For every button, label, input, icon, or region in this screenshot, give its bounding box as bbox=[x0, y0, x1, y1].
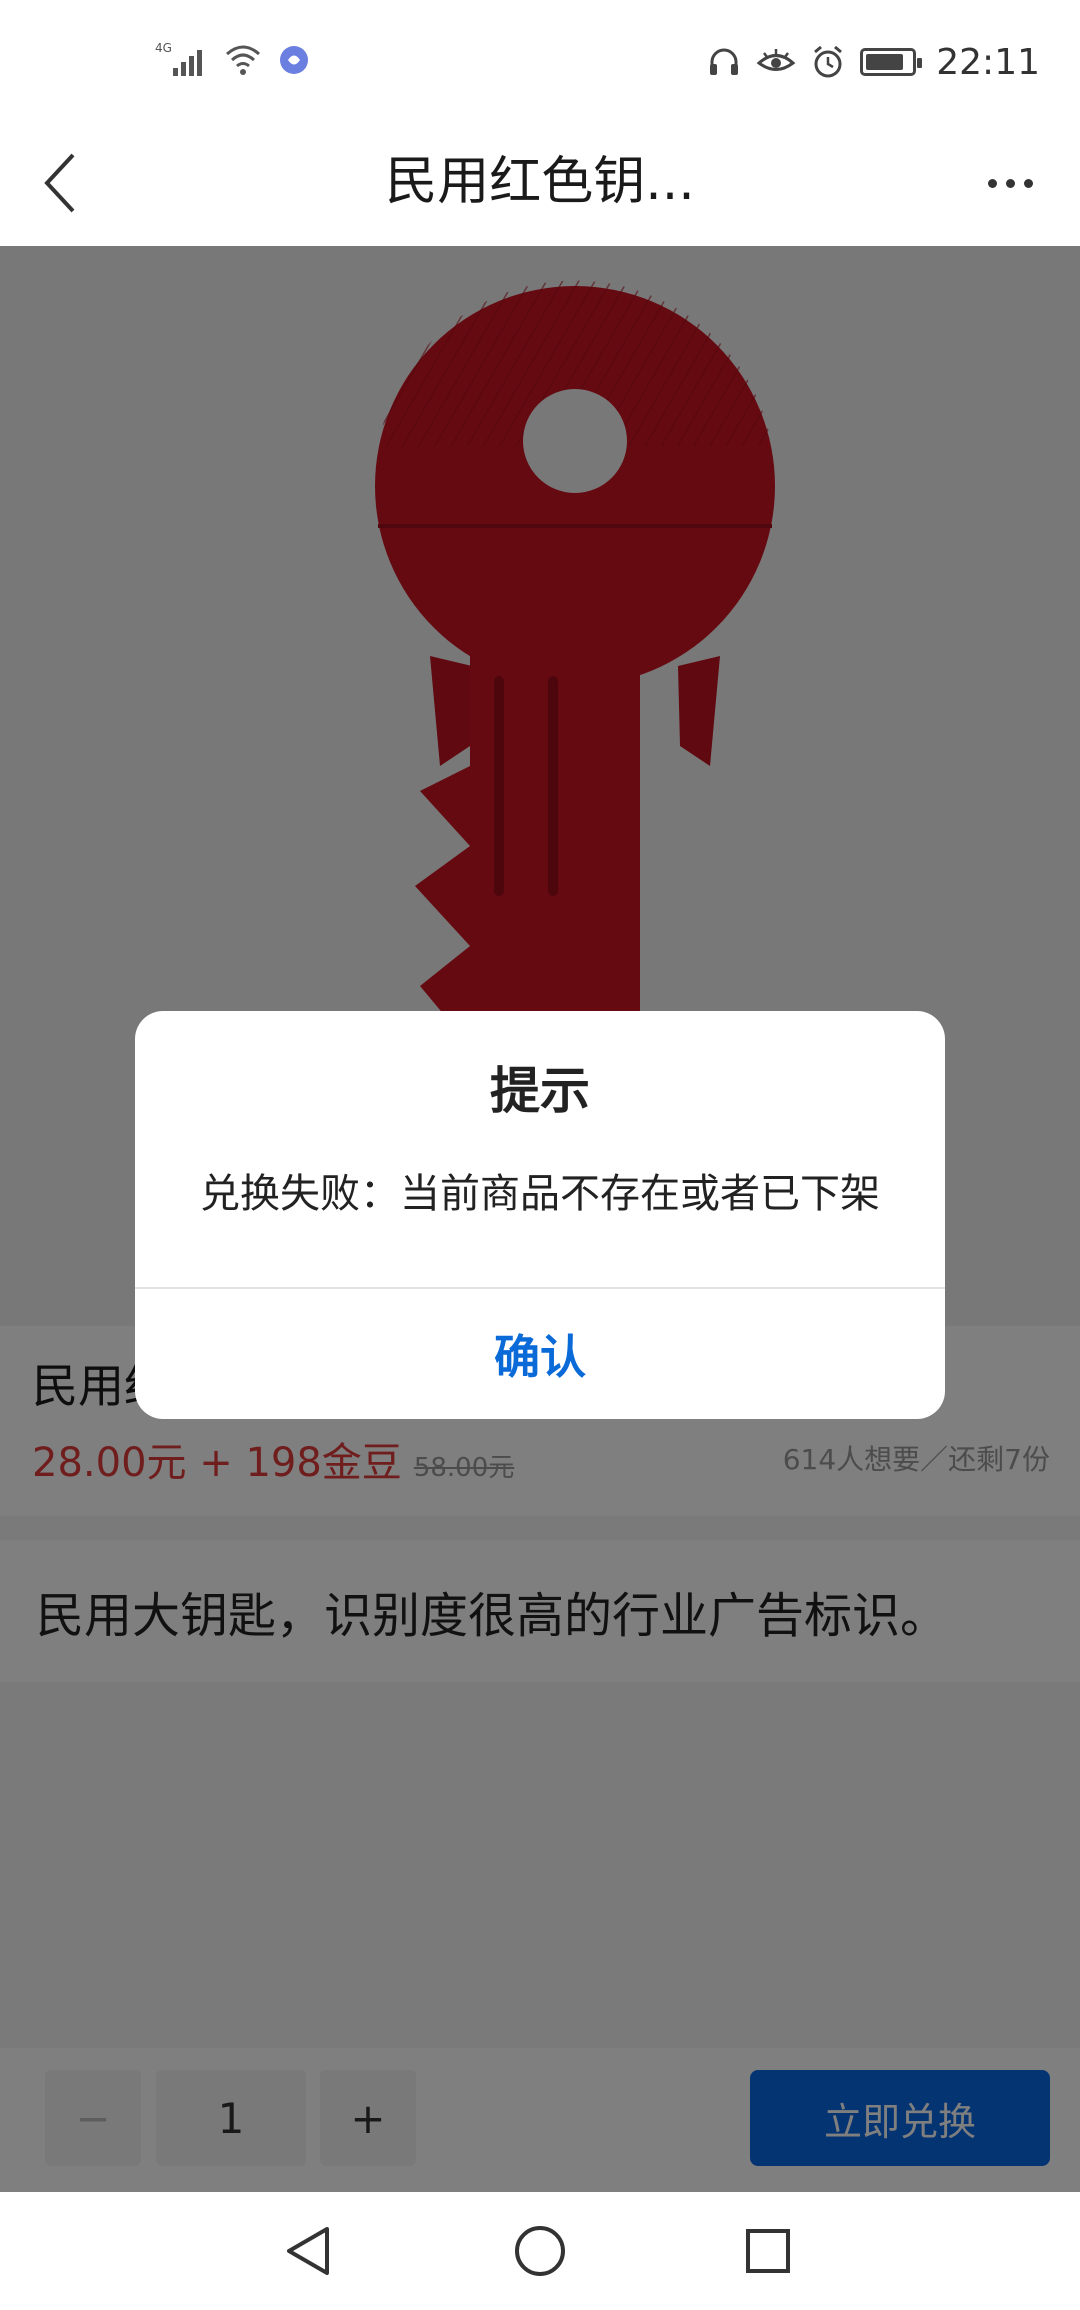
battery-icon bbox=[860, 48, 923, 76]
system-back-button[interactable] bbox=[273, 2216, 343, 2286]
signal-icon: 4G bbox=[155, 41, 202, 76]
system-home-button[interactable] bbox=[505, 2216, 575, 2286]
system-recents-button[interactable] bbox=[733, 2216, 803, 2286]
square-recents-icon bbox=[746, 2229, 790, 2273]
more-options-button[interactable] bbox=[970, 150, 1050, 216]
chevron-left-icon bbox=[44, 153, 75, 213]
headphones-icon bbox=[710, 48, 739, 75]
dot-icon bbox=[1005, 178, 1015, 188]
status-right: 22:11 bbox=[706, 38, 1040, 86]
status-time: 22:11 bbox=[936, 41, 1040, 83]
triangle-back-icon bbox=[287, 2227, 329, 2275]
nav-bar: 民用红色钥... bbox=[0, 120, 1080, 246]
dot-icon bbox=[1023, 178, 1033, 188]
dialog-title: 提示 bbox=[490, 1062, 590, 1120]
eye-comfort-icon bbox=[756, 49, 796, 71]
app-notification-icon bbox=[280, 46, 308, 74]
wifi-icon bbox=[226, 45, 260, 75]
svg-text:4G: 4G bbox=[155, 41, 172, 55]
system-nav-bar bbox=[0, 2192, 1080, 2310]
status-left: 4G bbox=[155, 40, 311, 80]
dialog-message: 兑换失败：当前商品不存在或者已下架 bbox=[200, 1171, 880, 1217]
back-button[interactable] bbox=[24, 140, 94, 226]
alarm-icon bbox=[814, 45, 843, 78]
status-bar: 4G 22:11 bbox=[0, 0, 1080, 120]
circle-home-icon bbox=[515, 2226, 565, 2276]
confirm-button[interactable]: 确认 bbox=[135, 1289, 945, 1419]
dot-icon bbox=[987, 178, 997, 188]
page-title: 民用红色钥... bbox=[385, 152, 695, 212]
alert-dialog: 提示 兑换失败：当前商品不存在或者已下架 确认 bbox=[135, 1011, 945, 1419]
